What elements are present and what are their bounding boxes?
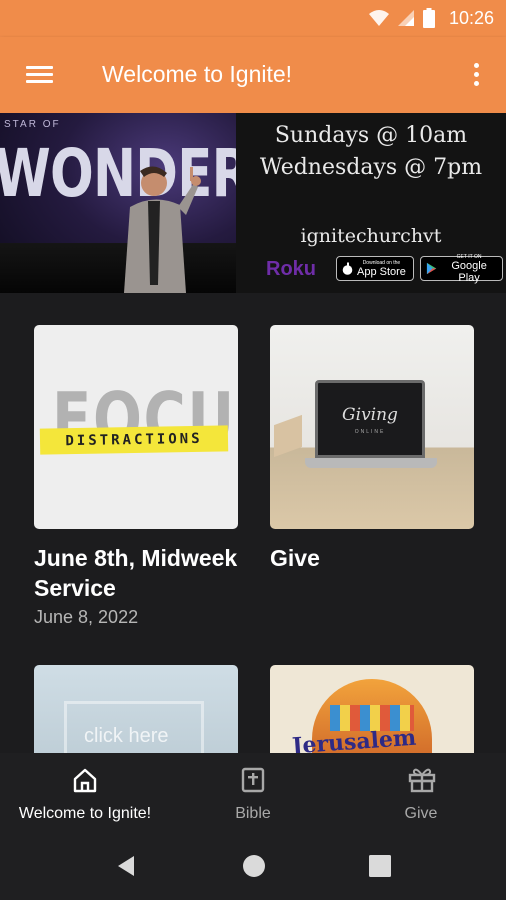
social-handle: ignitechurchvt (300, 225, 442, 247)
home-circle-icon[interactable] (242, 854, 266, 878)
card-image: Giving ONLINE (270, 325, 474, 529)
roku-logo: Roku (266, 258, 316, 280)
sunday-service-time: Sundays @ 10am (274, 123, 468, 148)
nav-item-bible[interactable]: Bible (170, 753, 336, 834)
card-image: FOCUS DISTRACTIONS (34, 325, 238, 529)
card-title: Give (270, 545, 320, 571)
gift-icon (408, 768, 436, 793)
nav-label: Give (404, 805, 438, 822)
card-title: June 8th, Midweek Service (34, 545, 238, 601)
nav-item-give[interactable]: Give (336, 753, 506, 834)
card-jerusalem[interactable]: Jerusalem (270, 665, 474, 753)
hamburger-menu-icon[interactable] (20, 59, 60, 91)
speaker-figure (124, 166, 201, 293)
hero-banner[interactable]: STAR OF WONDER Sundays @ 10am Wednesdays… (0, 113, 506, 293)
system-navigation-bar (0, 834, 506, 900)
card-image: click here (34, 665, 238, 753)
app-screen: 10:26 Welcome to Ignite! STAR OF WONDER (0, 0, 506, 900)
card-give[interactable]: Giving ONLINE Give (270, 325, 474, 573)
back-icon[interactable] (114, 854, 138, 878)
card-midweek-service[interactable]: FOCUS DISTRACTIONS June 8th, Midweek Ser… (34, 325, 238, 628)
more-vert-icon[interactable] (466, 59, 486, 91)
status-bar: 10:26 (0, 0, 506, 37)
nav-label: Welcome to Ignite! (18, 805, 152, 822)
app-bar: Welcome to Ignite! (0, 37, 506, 113)
signal-icon (397, 10, 414, 26)
laptop-icon: Giving ONLINE (315, 380, 425, 458)
app-store-badge: Download on the App Store (336, 256, 414, 281)
wifi-icon (368, 10, 389, 26)
bottom-navigation: Welcome to Ignite! Bible Give (0, 753, 506, 834)
bible-icon (241, 767, 265, 793)
status-time: 10:26 (448, 7, 494, 28)
page-title: Welcome to Ignite! (102, 61, 293, 87)
card-image: Jerusalem (270, 665, 474, 753)
content-grid: FOCUS DISTRACTIONS June 8th, Midweek Ser… (0, 293, 506, 753)
play-store-icon (426, 262, 437, 275)
nav-label: Bible (235, 805, 271, 822)
apple-icon (342, 262, 353, 275)
google-play-badge: GET IT ON Google Play (420, 254, 503, 284)
nav-item-welcome[interactable]: Welcome to Ignite! (0, 753, 170, 834)
series-subtitle: STAR OF (4, 119, 61, 130)
card-date: June 8, 2022 (34, 607, 139, 627)
battery-icon (422, 8, 435, 28)
sermon-series-image: STAR OF WONDER (0, 113, 236, 293)
service-times-panel: Sundays @ 10am Wednesdays @ 7pm ignitech… (236, 113, 506, 293)
recents-icon[interactable] (369, 855, 391, 877)
wednesday-service-time: Wednesdays @ 7pm (259, 155, 483, 180)
home-icon (73, 768, 97, 793)
card-click-here[interactable]: click here (34, 665, 238, 753)
